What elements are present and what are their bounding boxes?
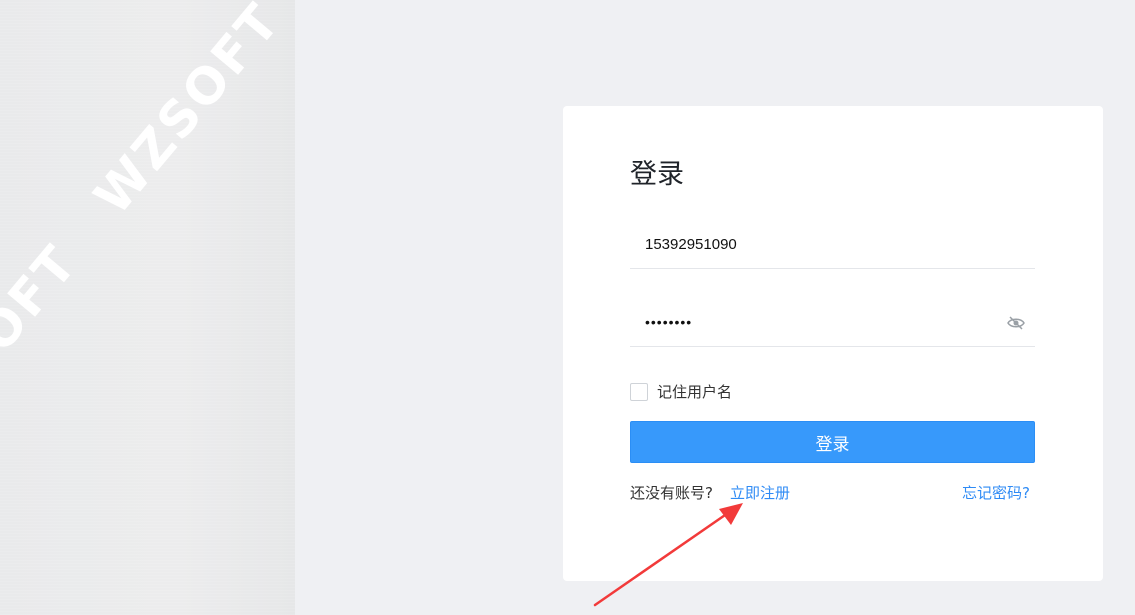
eye-slash-icon[interactable] bbox=[1007, 316, 1025, 330]
remember-username[interactable]: 记住用户名 bbox=[630, 381, 732, 402]
password-field[interactable]: •••••••• bbox=[630, 302, 1035, 347]
remember-label: 记住用户名 bbox=[657, 383, 733, 401]
login-button[interactable]: 登录 bbox=[630, 421, 1035, 463]
username-value[interactable]: 15392951090 bbox=[645, 236, 737, 253]
login-title: 登录 bbox=[630, 159, 684, 190]
register-link[interactable]: 立即注册 bbox=[730, 482, 790, 503]
remember-checkbox[interactable] bbox=[630, 382, 648, 401]
no-account-text: 还没有账号? bbox=[630, 484, 713, 502]
background-decoration-panel: WZSOFT WZSOFT bbox=[0, 0, 295, 615]
watermark-logo-partial: WZSOFT bbox=[0, 233, 90, 468]
username-field[interactable]: 15392951090 bbox=[630, 224, 1035, 269]
login-card: 登录 15392951090 •••••••• 记住用户名 登录 还没有账号? … bbox=[563, 106, 1103, 581]
watermark-logo: WZSOFT bbox=[83, 0, 293, 226]
forgot-password-link[interactable]: 忘记密码? bbox=[962, 482, 1030, 503]
password-value[interactable]: •••••••• bbox=[645, 314, 692, 330]
